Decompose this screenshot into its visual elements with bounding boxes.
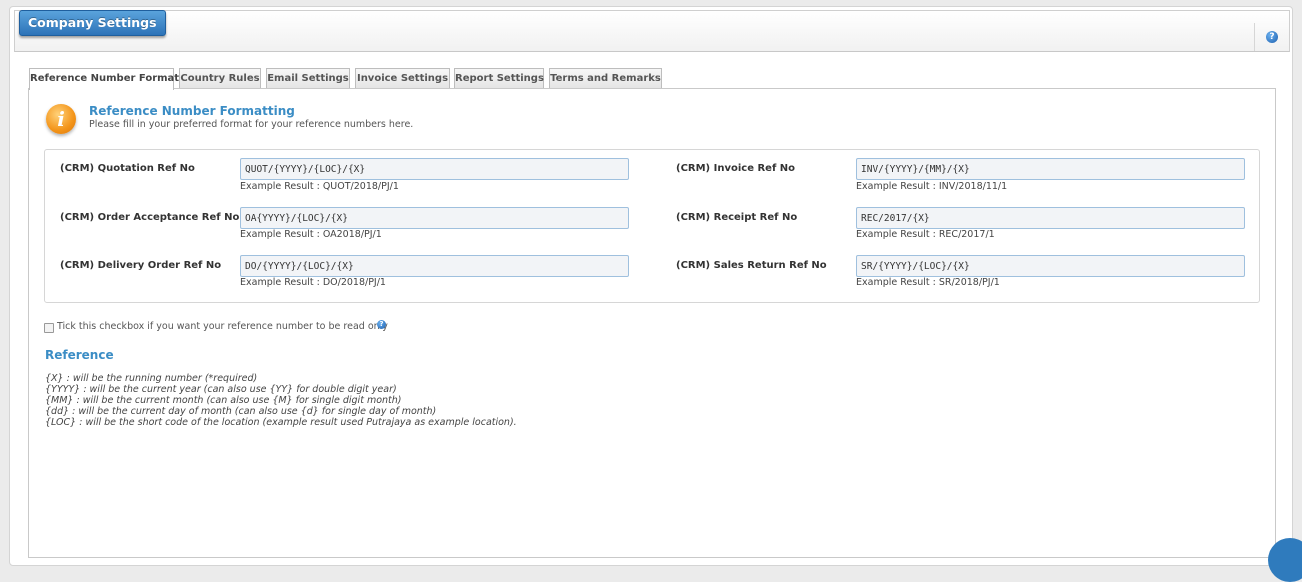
invoice-ref-label: (CRM) Invoice Ref No bbox=[676, 163, 796, 174]
tab-email-settings[interactable]: Email Settings bbox=[266, 68, 350, 89]
reference-line-yyyy: {YYYY} : will be the current year (can a… bbox=[45, 384, 397, 395]
order-acceptance-ref-example: Example Result : OA2018/PJ/1 bbox=[240, 229, 382, 240]
section-subtitle: Please fill in your preferred format for… bbox=[89, 119, 414, 130]
order-acceptance-ref-input[interactable] bbox=[240, 207, 629, 229]
company-settings-title: Company Settings bbox=[19, 10, 166, 36]
readonly-checkbox[interactable] bbox=[44, 323, 54, 333]
receipt-ref-example: Example Result : REC/2017/1 bbox=[856, 229, 995, 240]
reference-title: Reference bbox=[45, 348, 114, 362]
tab-country-rules[interactable]: Country Rules bbox=[179, 68, 261, 89]
delivery-order-ref-input[interactable] bbox=[240, 255, 629, 277]
reference-line-mm: {MM} : will be the current month (can al… bbox=[45, 395, 402, 406]
sales-return-ref-example: Example Result : SR/2018/PJ/1 bbox=[856, 277, 1000, 288]
title-bar bbox=[14, 10, 1290, 52]
receipt-ref-input[interactable] bbox=[856, 207, 1245, 229]
reference-line-dd: {dd} : will be the current day of month … bbox=[45, 406, 437, 417]
invoice-ref-input[interactable] bbox=[856, 158, 1245, 180]
tab-reference-number-format[interactable]: Reference Number Format bbox=[29, 68, 179, 90]
sales-return-ref-input[interactable] bbox=[856, 255, 1245, 277]
quotation-ref-label: (CRM) Quotation Ref No bbox=[60, 163, 195, 174]
sales-return-ref-label: (CRM) Sales Return Ref No bbox=[676, 260, 827, 271]
reference-line-loc: {LOC} : will be the short code of the lo… bbox=[45, 417, 517, 428]
section-title: Reference Number Formatting bbox=[89, 104, 295, 118]
reference-line-x: {X} : will be the running number (*requi… bbox=[45, 373, 258, 384]
help-button[interactable]: ? bbox=[1254, 23, 1289, 51]
order-acceptance-ref-label: (CRM) Order Acceptance Ref No bbox=[60, 212, 240, 223]
receipt-ref-label: (CRM) Receipt Ref No bbox=[676, 212, 798, 223]
tab-invoice-settings[interactable]: Invoice Settings bbox=[355, 68, 450, 89]
tab-terms-and-remarks[interactable]: Terms and Remarks bbox=[549, 68, 662, 89]
invoice-ref-example: Example Result : INV/2018/11/1 bbox=[856, 181, 1008, 192]
quotation-ref-input[interactable] bbox=[240, 158, 629, 180]
quotation-ref-example: Example Result : QUOT/2018/PJ/1 bbox=[240, 181, 399, 192]
delivery-order-ref-label: (CRM) Delivery Order Ref No bbox=[60, 260, 222, 271]
readonly-checkbox-label: Tick this checkbox if you want your refe… bbox=[57, 321, 388, 332]
chat-widget-button[interactable] bbox=[1268, 538, 1302, 582]
help-icon: ? bbox=[1266, 31, 1278, 43]
delivery-order-ref-example: Example Result : DO/2018/PJ/1 bbox=[240, 277, 386, 288]
readonly-help-icon[interactable]: ? bbox=[377, 320, 386, 329]
tab-report-settings[interactable]: Report Settings bbox=[454, 68, 544, 89]
info-icon: i bbox=[46, 104, 76, 134]
